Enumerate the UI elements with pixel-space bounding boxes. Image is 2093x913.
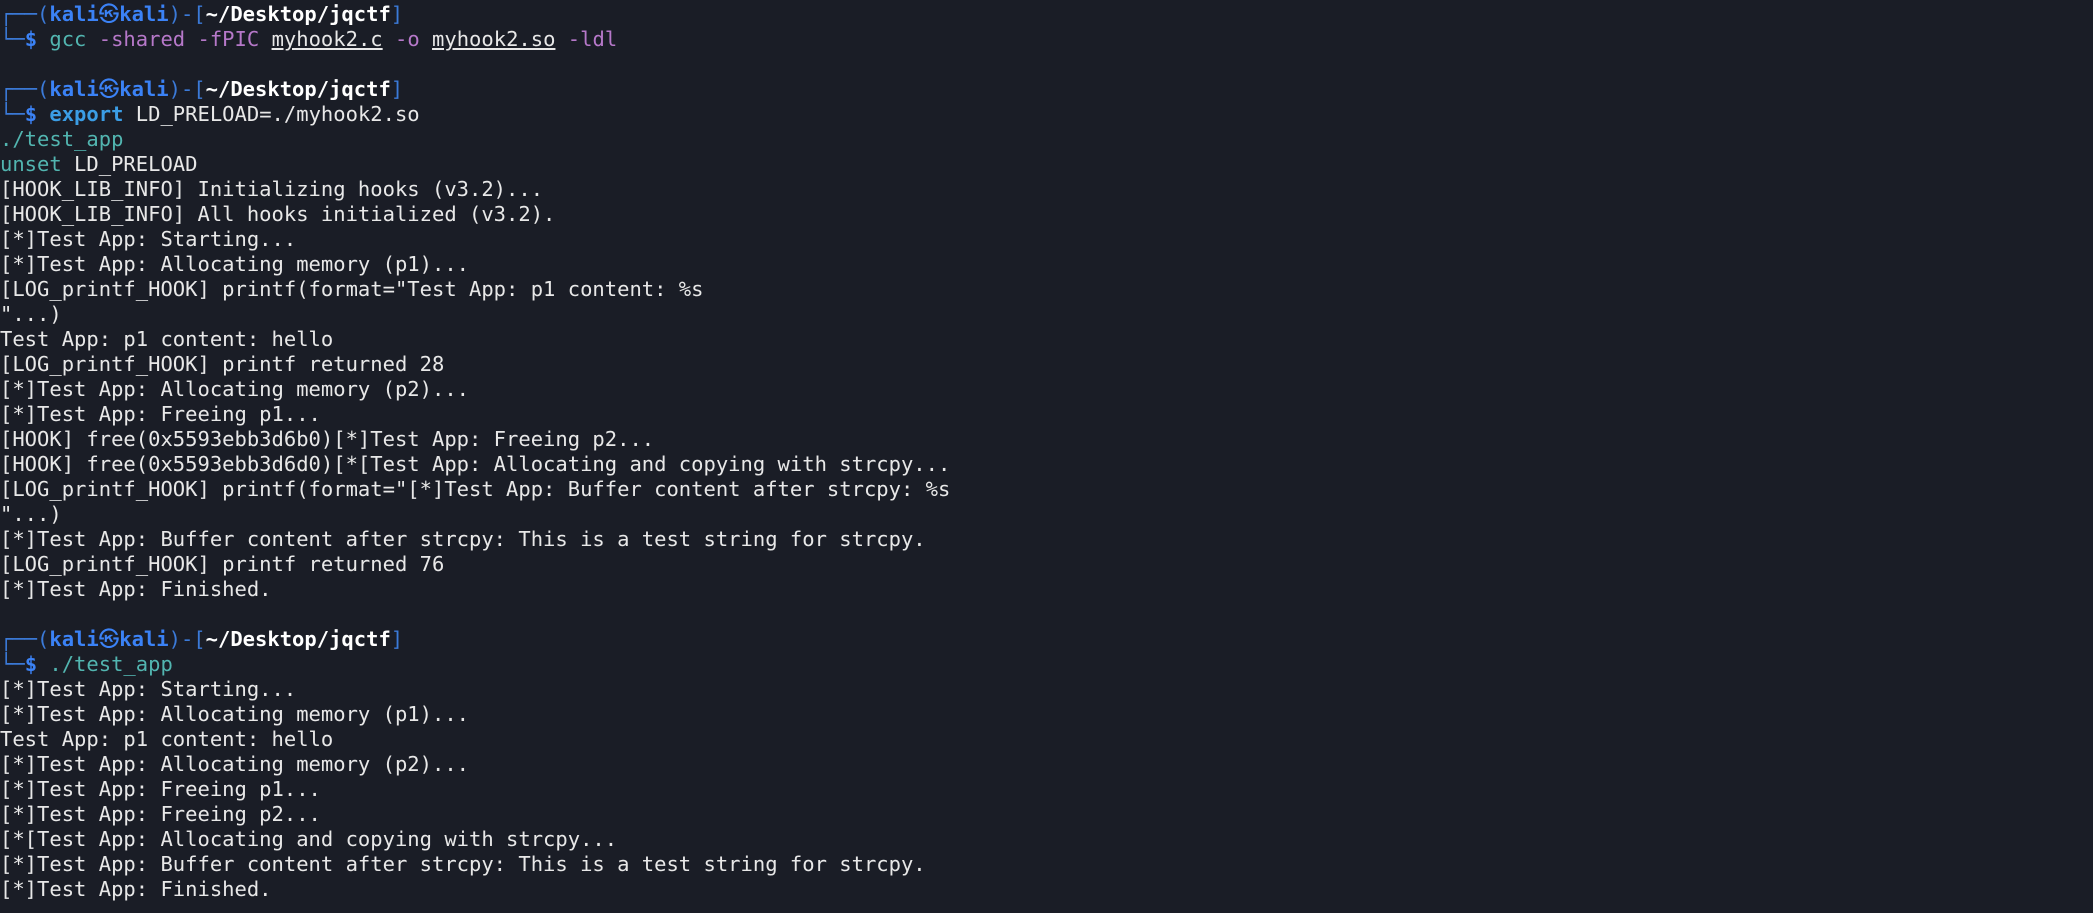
prompt-box-bottom: └─ [0, 102, 25, 126]
command-line[interactable]: └─$ gcc -shared -fPIC myhook2.c -o myhoo… [0, 27, 2093, 52]
prompt-separator: )-[ [168, 77, 206, 101]
command-name: ./test_app [49, 652, 173, 676]
prompt-dollar: $ [24, 652, 38, 676]
output-line: [*]Test App: Freeing p2... [0, 802, 321, 826]
prompt-header: ┌──(kali㉿kali)-[~/Desktop/jqctf] [0, 627, 2093, 652]
output-line: [LOG_printf_HOOK] printf returned 76 [0, 552, 445, 576]
output-line: [HOOK_LIB_INFO] Initializing hooks (v3.2… [0, 177, 544, 201]
command-file-arg: myhook2.so [432, 27, 556, 51]
output-line: [*]Test App: Freeing p1... [0, 402, 321, 426]
prompt-header: ┌──(kali㉿kali)-[~/Desktop/jqctf] [0, 77, 2093, 102]
output-line: [*]Test App: Allocating memory (p2)... [0, 377, 469, 401]
output-line: "...) [0, 502, 62, 526]
output-line: [*]Test App: Finished. [0, 577, 272, 601]
prompt-host: kali [119, 77, 169, 101]
output-line: [*]Test App: Allocating memory (p1)... [0, 702, 469, 726]
prompt-box-bottom: └─ [0, 27, 25, 51]
command-args: LD_PRELOAD=./myhook2.so [135, 102, 420, 126]
output-line: [*]Test App: Starting... [0, 227, 297, 251]
output-line: [*]Test App: Freeing p1... [0, 777, 321, 801]
command-output: [HOOK_LIB_INFO] Initializing hooks (v3.2… [0, 177, 2093, 602]
prompt-user: kali [49, 77, 99, 101]
output-line: [*]Test App: Allocating memory (p2)... [0, 752, 469, 776]
prompt-box-top: ┌──( [0, 627, 50, 651]
command-args: LD_PRELOAD [61, 152, 198, 176]
prompt-box-bottom: └─ [0, 652, 25, 676]
output-line: [HOOK] free(0x5593ebb3d6d0)[*[Test App: … [0, 452, 951, 476]
prompt-separator: )-[ [168, 627, 206, 651]
command-keyword: export [49, 102, 124, 126]
command-option: -o [395, 27, 420, 51]
output-line: [LOG_printf_HOOK] printf returned 28 [0, 352, 445, 376]
output-line: "...) [0, 302, 62, 326]
prompt-close: ] [390, 627, 404, 651]
command-option: -shared [98, 27, 186, 51]
output-line: [HOOK_LIB_INFO] All hooks initialized (v… [0, 202, 556, 226]
prompt-box-top: ┌──( [0, 77, 50, 101]
command-name: ./test_app [0, 127, 124, 151]
prompt-path: ~/Desktop/jqctf [205, 77, 391, 101]
command-file-arg: myhook2.c [271, 27, 383, 51]
command-name: gcc [49, 27, 87, 51]
prompt-at-icon: ㉿ [98, 77, 120, 101]
prompt-box-top: ┌──( [0, 2, 50, 26]
prompt-separator: )-[ [168, 2, 206, 26]
command-line[interactable]: └─$ ./test_app [0, 652, 2093, 677]
prompt-close: ] [390, 2, 404, 26]
output-line: [LOG_printf_HOOK] printf(format="[*]Test… [0, 477, 951, 501]
terminal-window[interactable]: ┌──(kali㉿kali)-[~/Desktop/jqctf] └─$ gcc… [0, 0, 2093, 913]
output-line: [*]Test App: Allocating memory (p1)... [0, 252, 469, 276]
output-line: Test App: p1 content: hello [0, 727, 334, 751]
command-name: unset [0, 152, 62, 176]
prompt-user: kali [49, 627, 99, 651]
prompt-host: kali [119, 2, 169, 26]
output-line: [*]Test App: Buffer content after strcpy… [0, 527, 926, 551]
prompt-at-icon: ㉿ [98, 2, 120, 26]
output-line: [*[Test App: Allocating and copying with… [0, 827, 618, 851]
output-line: [*]Test App: Finished. [0, 877, 272, 901]
command-line[interactable]: └─$ export LD_PRELOAD=./myhook2.so [0, 102, 2093, 127]
prompt-at-icon: ㉿ [98, 627, 120, 651]
command-option: -fPIC [197, 27, 260, 51]
output-line: Test App: p1 content: hello [0, 327, 334, 351]
command-continuation: unset LD_PRELOAD [0, 152, 2093, 177]
prompt-host: kali [119, 627, 169, 651]
prompt-user: kali [49, 2, 99, 26]
command-continuation: ./test_app [0, 127, 2093, 152]
prompt-dollar: $ [24, 27, 38, 51]
output-line: [HOOK] free(0x5593ebb3d6b0)[*]Test App: … [0, 427, 655, 451]
prompt-dollar: $ [24, 102, 38, 126]
output-line: [*]Test App: Buffer content after strcpy… [0, 852, 926, 876]
output-line: [*]Test App: Starting... [0, 677, 297, 701]
command-option: -ldl [567, 27, 618, 51]
prompt-header: ┌──(kali㉿kali)-[~/Desktop/jqctf] [0, 2, 2093, 27]
prompt-close: ] [390, 77, 404, 101]
output-line: [LOG_printf_HOOK] printf(format="Test Ap… [0, 277, 704, 301]
command-output: [*]Test App: Starting... [*]Test App: All… [0, 677, 2093, 902]
prompt-path: ~/Desktop/jqctf [205, 627, 391, 651]
prompt-path: ~/Desktop/jqctf [205, 2, 391, 26]
